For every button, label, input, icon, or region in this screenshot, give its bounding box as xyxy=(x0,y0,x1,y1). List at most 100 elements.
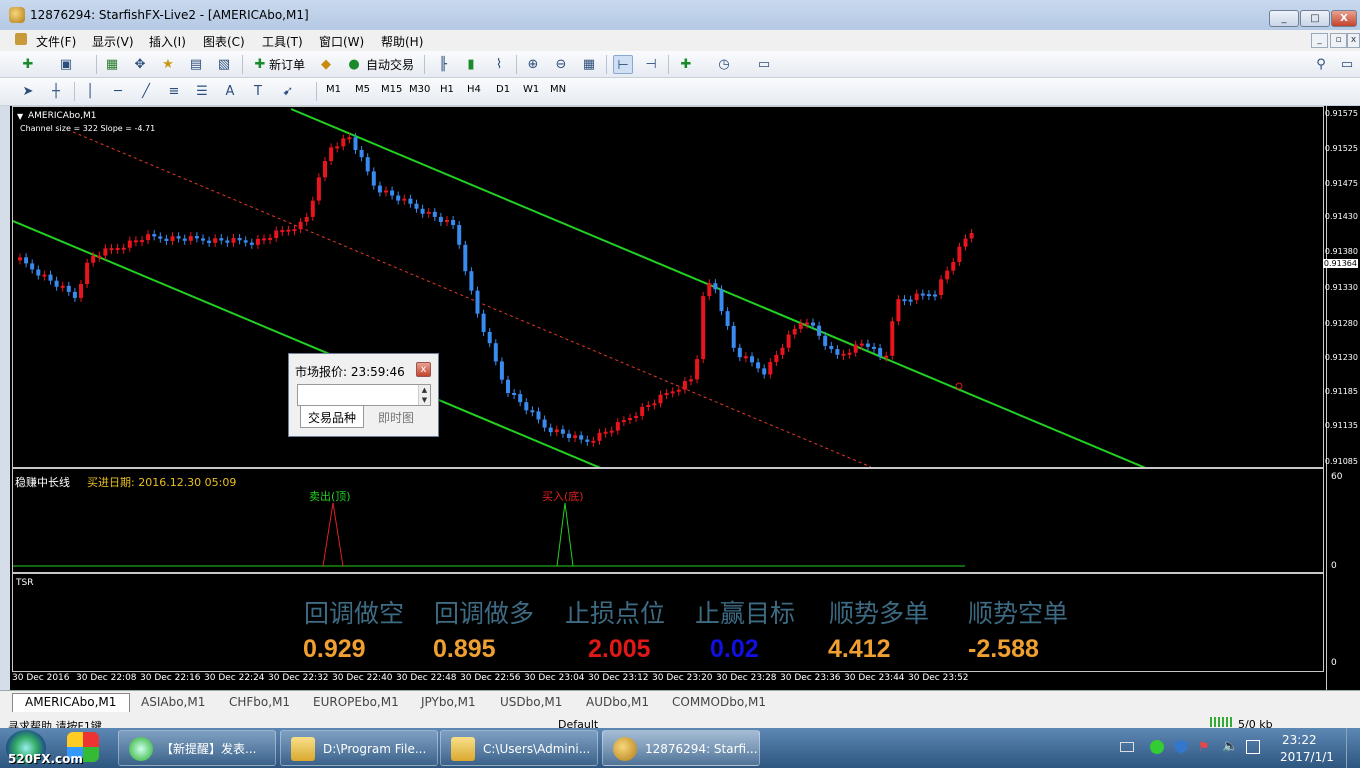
tab-asiabo[interactable]: ASIAbo,M1 xyxy=(141,695,205,709)
tab-chfbo[interactable]: CHFbo,M1 xyxy=(229,695,290,709)
clock-time[interactable]: 23:22 xyxy=(1282,733,1317,747)
candle xyxy=(384,190,388,193)
price-axis[interactable]: 0.91575 0.91525 0.91475 0.91430 0.91380 … xyxy=(1322,106,1360,690)
text-icon[interactable]: A xyxy=(220,82,240,101)
candle xyxy=(182,238,187,241)
timeframe-m5[interactable]: M5 xyxy=(355,84,370,95)
cursor-icon[interactable]: ➤ xyxy=(18,82,38,101)
mdi-restore-button[interactable]: ▫ xyxy=(1330,33,1347,48)
timeframe-d1[interactable]: D1 xyxy=(496,84,510,95)
timeframe-w1[interactable]: W1 xyxy=(523,84,539,95)
monitor-icon[interactable] xyxy=(1246,740,1260,754)
candlesticks-icon[interactable]: ▮ xyxy=(461,55,481,74)
mdi-close-button[interactable]: x xyxy=(1347,33,1360,48)
timeframe-h4[interactable]: H4 xyxy=(467,84,481,95)
taskbar-item-metatrader[interactable]: 12876294: Starfi... xyxy=(602,730,760,766)
market-watch-list[interactable] xyxy=(297,384,431,406)
profiles-icon[interactable]: ▣ xyxy=(56,55,76,74)
candle xyxy=(30,263,35,270)
market-watch-icon[interactable]: ▦ xyxy=(102,55,122,74)
timeframe-m30[interactable]: M30 xyxy=(409,84,430,95)
timeframe-m1[interactable]: M1 xyxy=(326,84,341,95)
taskbar-item-browser[interactable]: 【新提醒】发表... xyxy=(118,730,276,766)
candle xyxy=(591,440,596,443)
timeframe-mn[interactable]: MN xyxy=(550,84,566,95)
network-status-icon[interactable] xyxy=(1150,740,1164,754)
maximize-button[interactable]: □ xyxy=(1300,10,1330,27)
keyboard-icon[interactable] xyxy=(1120,742,1134,752)
menu-help[interactable]: 帮助(H) xyxy=(381,33,423,50)
candle xyxy=(817,325,822,336)
fibonacci-icon[interactable]: ☰ xyxy=(192,82,212,101)
candle xyxy=(530,410,535,413)
new-order-icon[interactable]: ✚ xyxy=(250,55,270,74)
tab-commodbo[interactable]: COMMODbo,M1 xyxy=(672,695,766,709)
metaeditor-icon[interactable]: ◆ xyxy=(316,55,336,74)
horizontal-line-icon[interactable]: ─ xyxy=(108,82,128,101)
scroll-arrows-icon[interactable]: ▲ ▼ xyxy=(418,385,430,405)
templates-icon[interactable]: ▭ xyxy=(754,55,774,74)
menu-file[interactable]: 文件(F) xyxy=(36,33,76,50)
channel-info: Channel size = 322 Slope = -4.71 xyxy=(20,124,156,133)
tab-audbo[interactable]: AUDbo,M1 xyxy=(586,695,649,709)
minimize-button[interactable]: _ xyxy=(1269,10,1299,27)
tab-symbols[interactable]: 交易品种 xyxy=(308,409,356,426)
clock-date[interactable]: 2017/1/1 xyxy=(1280,750,1334,764)
strategy-tester-icon[interactable]: ▧ xyxy=(214,55,234,74)
text-label-icon[interactable]: T xyxy=(248,82,268,101)
candle xyxy=(554,429,559,433)
flag-icon[interactable]: ⚑ xyxy=(1198,740,1210,755)
zoom-out-icon[interactable]: ⊖ xyxy=(551,55,571,74)
tab-usdbo[interactable]: USDbo,M1 xyxy=(500,695,562,709)
volume-icon[interactable]: 🔈 xyxy=(1222,739,1238,754)
tab-europebo[interactable]: EUROPEbo,M1 xyxy=(313,695,399,709)
data-window-icon[interactable]: ✥ xyxy=(130,55,150,74)
timeframe-h1[interactable]: H1 xyxy=(440,84,454,95)
vertical-line-icon[interactable]: │ xyxy=(80,82,100,101)
indicator1-scale-bottom: 0 xyxy=(1331,561,1337,571)
menu-charts[interactable]: 图表(C) xyxy=(203,33,245,50)
timeframe-m15[interactable]: M15 xyxy=(381,84,402,95)
menu-window[interactable]: 窗口(W) xyxy=(319,33,364,50)
close-button[interactable]: X xyxy=(1331,10,1357,27)
taskbar-item-folder-2[interactable]: C:\Users\Admini... xyxy=(440,730,598,766)
auto-scroll-icon[interactable]: ⊢ xyxy=(613,55,633,74)
chat-icon[interactable]: ▭ xyxy=(1337,55,1357,74)
arrows-icon[interactable]: ➹ xyxy=(278,82,298,101)
search-icon[interactable]: ⚲ xyxy=(1311,55,1331,74)
menu-tools[interactable]: 工具(T) xyxy=(262,33,303,50)
auto-trading-button[interactable]: 自动交易 xyxy=(366,56,414,73)
chart-area[interactable]: ▼ AMERICAbo,M1 Channel size = 322 Slope … xyxy=(10,106,1360,690)
line-chart-icon[interactable]: ⌇ xyxy=(489,55,509,74)
standard-toolbar: ✚ ▣ ▦ ✥ ★ ▤ ▧ ✚ 新订单 ◆ ● 自动交易 ╟ ▮ ⌇ ⊕ ⊖ ▦… xyxy=(0,51,1360,78)
chart-window-icon xyxy=(15,33,27,45)
menu-insert[interactable]: 插入(I) xyxy=(149,33,186,50)
show-desktop-button[interactable] xyxy=(1346,728,1360,768)
tab-americabo[interactable]: AMERICAbo,M1 xyxy=(25,695,116,709)
trendline-icon[interactable]: ╱ xyxy=(136,82,156,101)
indicator-pane-2[interactable]: TSR xyxy=(12,573,1324,672)
new-order-button[interactable]: 新订单 xyxy=(269,56,305,73)
taskbar-item-folder-1[interactable]: D:\Program File... xyxy=(280,730,438,766)
chart-shift-icon[interactable]: ⊣ xyxy=(641,55,661,74)
equidistant-channel-icon[interactable]: ≡ xyxy=(164,82,184,101)
periods-icon[interactable]: ◷ xyxy=(714,55,734,74)
indicator-pane-1[interactable]: 稳赚中长线 买进日期: 2016.12.30 05:09 卖出(顶) 买入(底) xyxy=(12,468,1324,573)
indicators-icon[interactable]: ✚ xyxy=(676,55,696,74)
market-watch-close-button[interactable]: x xyxy=(416,362,431,377)
zoom-in-icon[interactable]: ⊕ xyxy=(523,55,543,74)
terminal-icon[interactable]: ▤ xyxy=(186,55,206,74)
tab-jpybo[interactable]: JPYbo,M1 xyxy=(421,695,476,709)
navigator-icon[interactable]: ★ xyxy=(158,55,178,74)
menu-view[interactable]: 显示(V) xyxy=(92,33,134,50)
price-pane[interactable]: ▼ AMERICAbo,M1 Channel size = 322 Slope … xyxy=(12,106,1324,468)
auto-trading-icon[interactable]: ● xyxy=(344,55,364,74)
new-chart-icon[interactable]: ✚ xyxy=(18,55,38,74)
bar-chart-icon[interactable]: ╟ xyxy=(433,55,453,74)
market-watch-window[interactable]: 市场报价: 23:59:46 x ▲ ▼ 交易品种 即时图 xyxy=(288,353,439,437)
crosshair-icon[interactable]: ┼ xyxy=(46,82,66,101)
tile-windows-icon[interactable]: ▦ xyxy=(579,55,599,74)
tab-tick-chart[interactable]: 即时图 xyxy=(378,409,414,426)
security-shield-icon[interactable] xyxy=(1174,740,1188,754)
mdi-minimize-button[interactable]: _ xyxy=(1311,33,1328,48)
